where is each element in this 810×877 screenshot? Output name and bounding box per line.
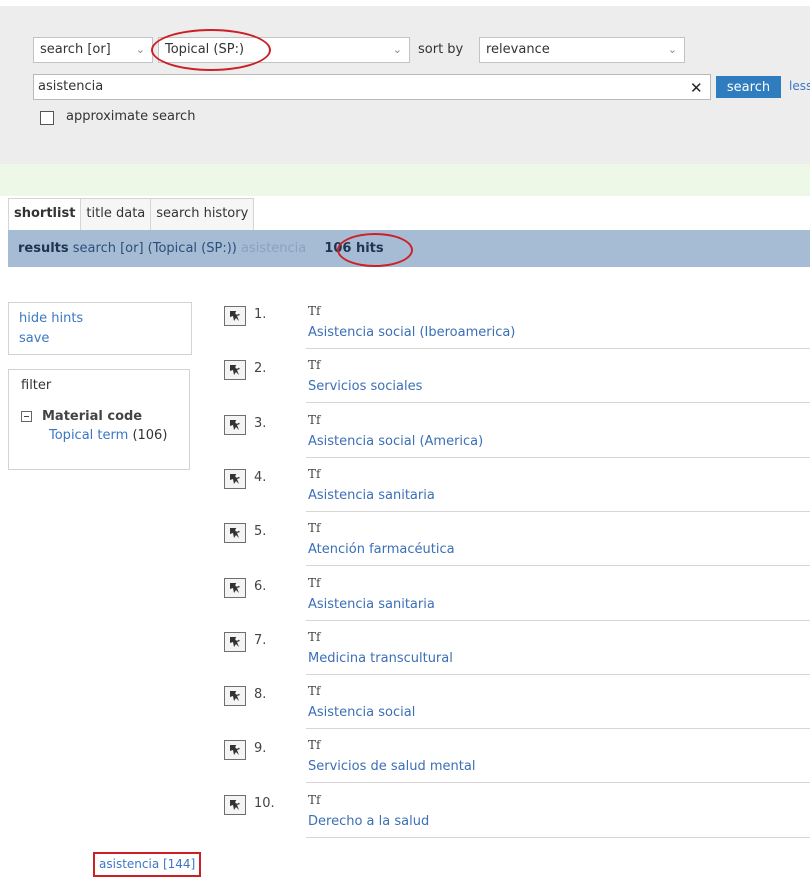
collapse-icon[interactable] xyxy=(21,411,32,422)
result-row[interactable]: 3. Tf Asistencia social (America) xyxy=(224,411,810,465)
record-icon[interactable] xyxy=(224,523,246,544)
clear-icon[interactable]: ✕ xyxy=(690,79,703,97)
result-row[interactable]: 4. Tf Asistencia sanitaria xyxy=(224,465,810,519)
record-icon[interactable] xyxy=(224,631,246,652)
index-select-value: Topical (SP:) xyxy=(165,42,245,57)
result-number: 9. xyxy=(254,741,267,757)
search-input-value: asistencia xyxy=(38,79,104,94)
term-link[interactable]: asistencia [144] xyxy=(93,852,202,877)
result-code: Tf xyxy=(308,575,321,590)
sort-label: sort by xyxy=(418,42,464,57)
result-number: 10. xyxy=(254,795,275,811)
result-divider xyxy=(306,402,810,404)
hints-box: hide hints save xyxy=(8,302,192,355)
result-divider xyxy=(306,510,810,512)
result-title-link[interactable]: Asistencia sanitaria xyxy=(308,597,435,612)
result-code: Tf xyxy=(308,466,321,481)
result-number: 6. xyxy=(254,578,267,594)
result-title-link[interactable]: Servicios sociales xyxy=(308,379,422,394)
result-row[interactable]: 6. Tf Asistencia sanitaria xyxy=(224,574,810,628)
result-row[interactable]: 8. Tf Asistencia social xyxy=(224,682,810,736)
result-code: Tf xyxy=(308,412,321,427)
result-row[interactable]: 5. Tf Atención farmacéutica xyxy=(224,519,810,573)
result-divider xyxy=(306,456,810,458)
record-icon[interactable] xyxy=(224,577,246,598)
result-divider xyxy=(306,565,810,567)
result-row[interactable]: 2. Tf Servicios sociales xyxy=(224,356,810,410)
tab-bar: shortlist title data search history xyxy=(8,198,255,230)
search-input[interactable]: asistencia xyxy=(33,74,711,100)
result-divider xyxy=(306,836,810,838)
result-divider xyxy=(306,619,810,621)
result-code: Tf xyxy=(308,521,321,536)
result-title-link[interactable]: Asistencia social (America) xyxy=(308,434,483,449)
result-number: 2. xyxy=(254,361,267,377)
chevron-down-icon: ⌄ xyxy=(392,43,402,56)
result-number: 1. xyxy=(254,307,267,322)
result-title-link[interactable]: Asistencia social xyxy=(308,705,415,720)
filter-item-count: (106) xyxy=(132,428,168,443)
result-row[interactable]: 10. Tf Derecho a la salud xyxy=(224,791,810,845)
result-code: Tf xyxy=(308,792,321,807)
tab-shortlist[interactable]: shortlist xyxy=(8,198,82,230)
results-label: results xyxy=(18,241,69,256)
chevron-down-icon: ⌄ xyxy=(135,43,145,56)
hide-hints-link[interactable]: hide hints xyxy=(19,309,181,329)
operator-select[interactable]: search [or] ⌄ xyxy=(33,37,153,63)
result-title-link[interactable]: Servicios de salud mental xyxy=(308,759,475,774)
result-number: 5. xyxy=(254,524,267,540)
record-icon[interactable] xyxy=(224,686,246,707)
save-link[interactable]: save xyxy=(19,329,181,349)
filter-box: filter Material code Topical term (106) xyxy=(8,369,190,470)
filter-item-topical-term[interactable]: Topical term xyxy=(49,428,128,443)
tab-search-history[interactable]: search history xyxy=(151,198,255,230)
result-title-link[interactable]: Asistencia social (Iberoamerica) xyxy=(308,325,515,340)
record-icon[interactable] xyxy=(224,740,246,761)
result-title-link[interactable]: Atención farmacéutica xyxy=(308,542,455,557)
filter-group-material-code[interactable]: Material code xyxy=(21,409,177,424)
index-select[interactable]: Topical (SP:) ⌄ xyxy=(158,37,410,63)
filter-title: filter xyxy=(21,378,52,393)
result-title-link[interactable]: Derecho a la salud xyxy=(308,814,429,829)
result-divider xyxy=(306,782,810,784)
result-code: Tf xyxy=(308,358,321,373)
result-row[interactable]: 1. Tf Asistencia social (Iberoamerica) xyxy=(224,302,810,356)
result-code: Tf xyxy=(308,304,321,318)
sort-select[interactable]: relevance ⌄ xyxy=(479,37,685,63)
result-divider xyxy=(306,348,810,349)
result-row[interactable]: 7. Tf Medicina transcultural xyxy=(224,628,810,682)
results-term: asistencia xyxy=(240,241,307,256)
tab-title-data[interactable]: title data xyxy=(81,198,152,230)
record-icon[interactable] xyxy=(224,360,246,381)
result-code: Tf xyxy=(308,629,321,644)
results-bar: results search [or] (Topical (SP:)) asis… xyxy=(8,230,810,267)
result-divider xyxy=(306,728,810,730)
result-divider xyxy=(306,673,810,675)
approximate-search-checkbox[interactable] xyxy=(40,111,54,125)
result-number: 4. xyxy=(254,469,267,485)
filter-group-label: Material code xyxy=(42,409,143,424)
operator-select-value: search [or] xyxy=(40,42,111,57)
result-number: 3. xyxy=(254,415,267,431)
sort-select-value: relevance xyxy=(486,42,550,57)
result-number: 7. xyxy=(254,632,267,648)
approximate-search-label: approximate search xyxy=(66,109,196,124)
record-icon[interactable] xyxy=(224,306,246,326)
result-number: 8. xyxy=(254,687,267,703)
results-query: search [or] (Topical (SP:)) xyxy=(72,241,237,256)
result-title-link[interactable]: Asistencia sanitaria xyxy=(308,488,435,503)
result-code: Tf xyxy=(308,738,321,753)
search-button[interactable]: search xyxy=(716,76,781,98)
result-row[interactable]: 9. Tf Servicios de salud mental xyxy=(224,736,810,790)
less-link[interactable]: less xyxy=(789,79,810,93)
info-strip xyxy=(0,164,810,196)
result-code: Tf xyxy=(308,684,321,699)
filter-item: Topical term (106) xyxy=(49,428,177,443)
results-hits: 106 hits xyxy=(324,241,384,256)
record-icon[interactable] xyxy=(224,794,246,815)
chevron-down-icon: ⌄ xyxy=(667,43,677,56)
result-title-link[interactable]: Medicina transcultural xyxy=(308,651,453,666)
record-icon[interactable] xyxy=(224,414,246,435)
record-icon[interactable] xyxy=(224,468,246,489)
